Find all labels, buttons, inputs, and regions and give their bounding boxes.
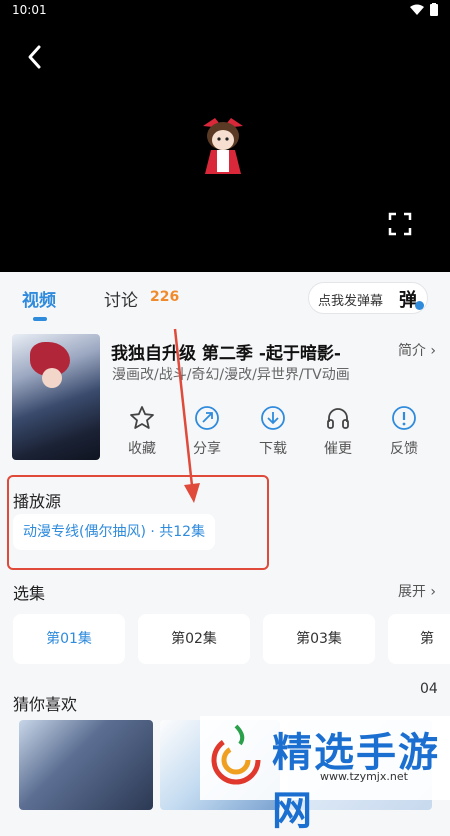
danmaku-toggle-dot <box>415 301 424 310</box>
send-danmaku-button[interactable]: 点我发弹幕 弹 <box>308 282 428 314</box>
status-bar: 10:01 <box>0 0 450 22</box>
episode-item[interactable]: 第01集 <box>13 614 125 664</box>
feedback-button[interactable]: 反馈 <box>374 404 434 458</box>
episode-item[interactable]: 第04 <box>388 614 450 697</box>
poster-face <box>42 368 62 388</box>
fullscreen-icon[interactable] <box>386 210 414 238</box>
urge-update-button[interactable]: 催更 <box>308 404 368 458</box>
watermark-url: www.tzymjx.net <box>320 770 408 783</box>
episodes-section-title: 选集 <box>13 584 46 603</box>
recommend-section-title: 猜你喜欢 <box>13 695 78 714</box>
alert-icon <box>392 406 416 430</box>
loading-mascot-icon <box>203 118 243 174</box>
watermark-logo-icon <box>211 724 261 785</box>
video-player[interactable] <box>0 22 450 272</box>
download-icon <box>261 406 285 430</box>
annotation-arrow <box>173 328 200 503</box>
site-watermark: 精选手游网 www.tzymjx.net <box>200 716 450 834</box>
discuss-count-badge: 226 <box>150 289 180 305</box>
anime-title: 我独自升级 第二季 -起于暗影- <box>111 344 341 364</box>
anime-poster[interactable] <box>12 334 100 460</box>
chevron-right-icon: › <box>430 584 436 600</box>
download-button[interactable]: 下载 <box>243 404 303 458</box>
wifi-icon <box>410 4 424 15</box>
episode-item[interactable]: 第02集 <box>138 614 250 664</box>
tab-discuss[interactable]: 讨论 <box>104 286 138 311</box>
episode-item[interactable]: 第03集 <box>263 614 375 664</box>
star-icon <box>130 406 154 429</box>
intro-link[interactable]: 简介 › <box>398 340 436 360</box>
danmaku-icon[interactable]: 弹 <box>399 286 424 311</box>
send-danmaku-label: 点我发弹幕 <box>318 294 384 309</box>
anime-tags: 漫画改/战斗/奇幻/漫改/异世界/TV动画 <box>112 367 350 383</box>
battery-icon <box>430 3 438 16</box>
expand-episodes-link[interactable]: 展开 › <box>398 581 436 601</box>
headphones-icon <box>327 408 349 429</box>
back-arrow-icon[interactable] <box>22 44 48 70</box>
chevron-right-icon: › <box>430 343 436 359</box>
tab-video[interactable]: 视频 <box>22 286 56 311</box>
urge-update-label: 催更 <box>324 441 352 457</box>
status-time: 10:01 <box>12 3 47 17</box>
status-icons <box>410 3 438 16</box>
tab-bar: 视频 讨论 226 点我发弹幕 弹 <box>0 272 450 324</box>
recommend-card[interactable] <box>19 720 153 810</box>
annotation-highlight-box <box>7 475 269 570</box>
tab-active-indicator <box>33 317 47 321</box>
download-label: 下载 <box>259 441 287 457</box>
feedback-label: 反馈 <box>390 441 418 457</box>
